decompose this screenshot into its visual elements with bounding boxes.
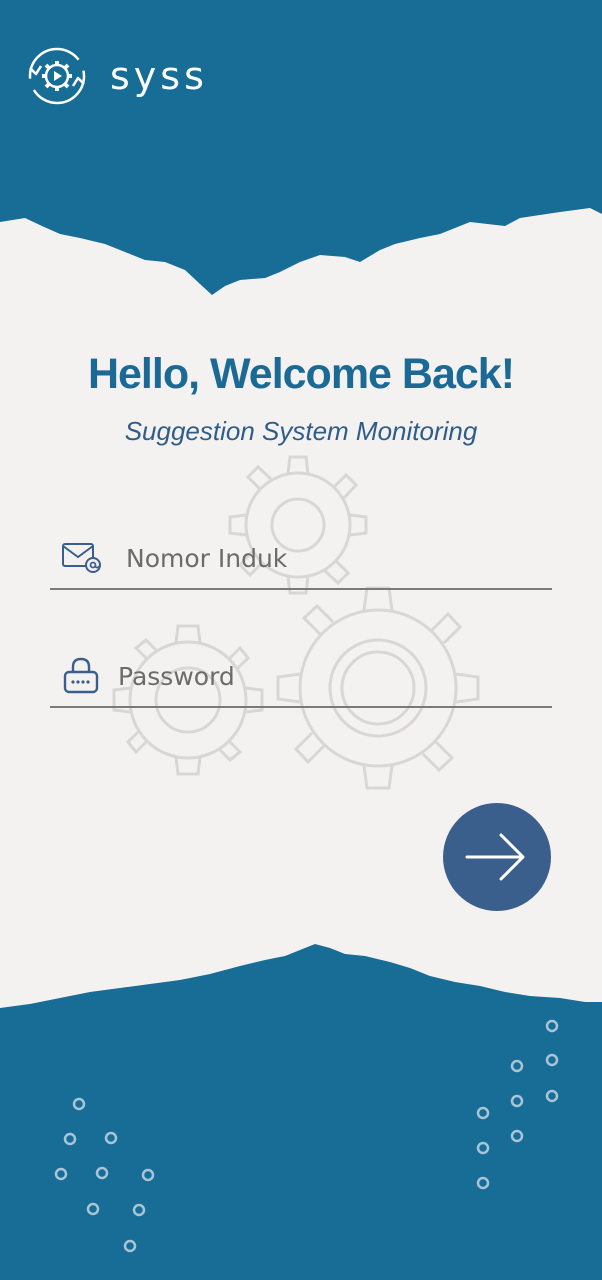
- gear-sync-icon: [28, 47, 86, 105]
- page-subtitle: Suggestion System Monitoring: [124, 416, 478, 446]
- password-input[interactable]: [118, 661, 498, 691]
- nomor-induk-input[interactable]: [126, 543, 506, 573]
- login-submit-button[interactable]: [443, 803, 551, 911]
- arrow-right-icon: [465, 833, 525, 881]
- lock-icon: [63, 657, 99, 694]
- password-field: [50, 646, 552, 708]
- app-logo: syss: [22, 46, 208, 106]
- header-band: [0, 0, 602, 295]
- logo-text: syss: [110, 54, 208, 98]
- footer-band: [0, 944, 602, 1280]
- gears-background-icon: [112, 455, 480, 790]
- email-icon: [62, 543, 101, 573]
- page-title: Hello, Welcome Back!: [87, 350, 515, 398]
- nomor-induk-field: [50, 528, 552, 590]
